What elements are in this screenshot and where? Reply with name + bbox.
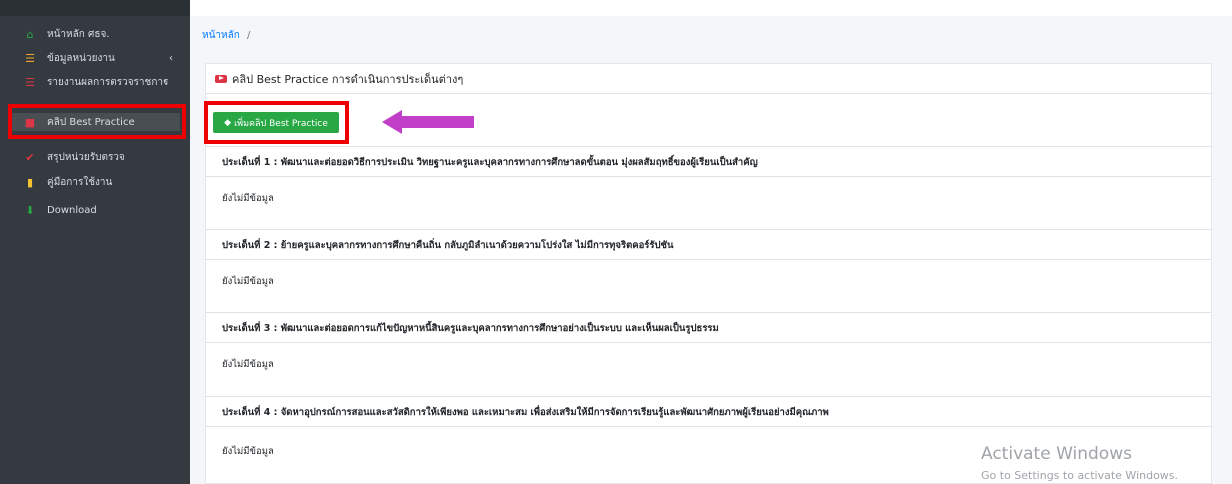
home-icon: ⌂: [26, 27, 34, 41]
check-icon: ✔: [25, 150, 35, 164]
card-title: คลิป Best Practice การดำเนินการประเด็นต่…: [232, 72, 464, 86]
highlight-box-sidebar: [8, 104, 186, 139]
chevron-left-icon: ‹: [169, 52, 173, 64]
breadcrumb-home-link[interactable]: หน้าหลัก: [202, 30, 240, 41]
windows-watermark-title: Activate Windows: [981, 444, 1132, 464]
divider: [206, 176, 1211, 177]
sidebar-item-label: รายงานผลการตรวจราชการ: [47, 76, 169, 88]
top-navbar: [190, 0, 1232, 16]
list-icon: ☰: [25, 75, 35, 89]
sidebar-item-home[interactable]: ⌂ หน้าหลัก ศธจ.: [22, 25, 187, 43]
sidebar-item-label: สรุปหน่วยรับตรวจ: [47, 151, 125, 163]
issue-empty-text: ยังไม่มีข้อมูล: [222, 193, 274, 204]
issue-empty-text: ยังไม่มีข้อมูล: [222, 276, 274, 287]
issue-empty-text: ยังไม่มีข้อมูล: [222, 446, 274, 457]
sidebar-item-agency-info[interactable]: ☰ ข้อมูลหน่วยงาน ‹: [22, 49, 187, 67]
list-icon: ☰: [25, 51, 35, 65]
windows-watermark-subtitle: Go to Settings to activate Windows.: [981, 469, 1179, 482]
sidebar-item-manual[interactable]: ▮ คู่มือการใช้งาน: [22, 173, 187, 191]
breadcrumb: หน้าหลัก /: [202, 28, 250, 43]
sidebar-item-label: ข้อมูลหน่วยงาน: [47, 52, 115, 64]
sidebar-item-inspection-report[interactable]: ☰ รายงานผลการตรวจราชการ ‹: [22, 73, 187, 91]
divider: [206, 396, 1211, 397]
highlight-box-button: [204, 101, 349, 144]
sidebar-item-summary[interactable]: ✔ สรุปหน่วยรับตรวจ: [22, 148, 187, 166]
breadcrumb-separator: /: [247, 30, 251, 41]
sidebar-item-label: หน้าหลัก ศธจ.: [47, 28, 110, 40]
chevron-left-icon: ‹: [163, 76, 167, 88]
issue-empty-text: ยังไม่มีข้อมูล: [222, 359, 274, 370]
issue-title: ประเด็นที่ 1 : พัฒนาและต่อยอดวิธีการประเ…: [222, 157, 758, 168]
best-practice-card: คลิป Best Practice การดำเนินการประเด็นต่…: [205, 63, 1212, 484]
issue-title: ประเด็นที่ 3 : พัฒนาและต่อยอดการแก้ไขปัญ…: [222, 323, 719, 334]
issue-title: ประเด็นที่ 2 : ย้ายครูและบุคลากรทางการศึ…: [222, 240, 674, 251]
divider: [206, 146, 1211, 147]
divider: [206, 426, 1211, 427]
divider: [206, 342, 1211, 343]
sidebar-item-download[interactable]: ⬇ Download: [22, 201, 187, 219]
sidebar-item-label: คู่มือการใช้งาน: [47, 176, 113, 188]
divider: [206, 259, 1211, 260]
divider: [206, 229, 1211, 230]
issue-title: ประเด็นที่ 4 : จัดหาอุปกรณ์การสอนและสวัส…: [222, 407, 829, 418]
book-icon: ▮: [26, 175, 34, 189]
sidebar-brand-bar: [0, 0, 190, 16]
youtube-icon: [215, 74, 227, 83]
card-header: คลิป Best Practice การดำเนินการประเด็นต่…: [206, 64, 1211, 94]
pointer-arrow-icon: [382, 110, 474, 134]
download-icon: ⬇: [25, 203, 35, 217]
sidebar-item-label: Download: [47, 204, 97, 216]
divider: [206, 312, 1211, 313]
